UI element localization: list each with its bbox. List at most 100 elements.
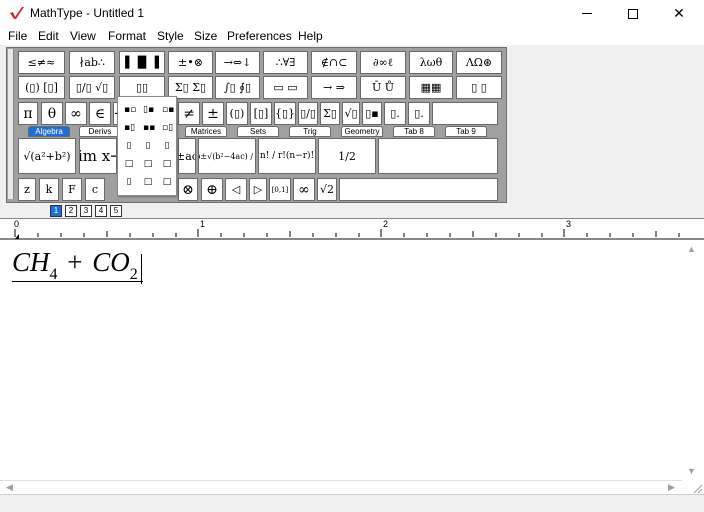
tab-derivs[interactable]: Derivs xyxy=(79,126,121,137)
palette-products[interactable]: Ū Ů xyxy=(360,76,406,99)
symbol-f[interactable]: F xyxy=(62,178,82,201)
scroll-left-icon[interactable]: ◀ xyxy=(6,482,13,493)
template-hypotenuse[interactable]: √(a²+b²) xyxy=(18,138,76,174)
minimize-button[interactable] xyxy=(564,0,610,27)
tab-trig[interactable]: Trig xyxy=(289,126,331,137)
mini-tab-4[interactable]: 4 xyxy=(95,205,107,217)
template-fraction[interactable]: ▯/▯ xyxy=(298,102,318,125)
symbol-right-triangle[interactable]: ▷ xyxy=(249,178,267,201)
palette-fractions-radicals[interactable]: ▯/▯ √▯ xyxy=(69,76,115,99)
template-brackets[interactable]: [▯] xyxy=(250,102,272,125)
palette-relations[interactable]: ≤≠≈ xyxy=(18,51,65,74)
palette-arrows[interactable]: →⇔↓ xyxy=(215,51,260,74)
palette-fences[interactable]: (▯) [▯] xyxy=(18,76,65,99)
symbol-c[interactable]: c xyxy=(85,178,105,201)
menu-view[interactable]: View xyxy=(70,29,96,43)
symbol-z[interactable]: z xyxy=(18,178,36,201)
template-parentheses[interactable]: (▯) xyxy=(226,102,248,125)
symbol-otimes[interactable]: ⊗ xyxy=(178,178,198,201)
tab-algebra[interactable]: Algebra xyxy=(28,126,70,137)
symbol-oplus[interactable]: ⊕ xyxy=(201,178,223,201)
toolbar-grip[interactable] xyxy=(8,49,14,199)
mini-tab-5[interactable]: 5 xyxy=(110,205,122,217)
dropdown-template-9[interactable]: ▯ xyxy=(162,141,172,153)
template-sum[interactable]: Σ▯ xyxy=(320,102,340,125)
symbol-element-of[interactable]: ∈ xyxy=(89,102,111,125)
scroll-right-icon[interactable]: ▶ xyxy=(668,482,675,493)
dropdown-template-10[interactable]: □ xyxy=(124,159,134,171)
dropdown-template-7[interactable]: ▯ xyxy=(124,141,134,153)
tab-geometry[interactable]: Geometry xyxy=(341,126,383,137)
dropdown-template-14[interactable]: □ xyxy=(143,177,153,189)
palette-labeled-arrows[interactable]: → ⇒ xyxy=(311,76,357,99)
symbol-theta[interactable]: θ xyxy=(41,102,63,125)
palette-misc[interactable]: ∂∞ℓ xyxy=(360,51,406,74)
template-partial-ac[interactable]: ±ac xyxy=(178,138,196,174)
mini-tab-3[interactable]: 3 xyxy=(80,205,92,217)
menu-file[interactable]: File xyxy=(8,29,27,43)
palette-operators[interactable]: ±•⊗ xyxy=(168,51,213,74)
ruler[interactable]: 0 1 2 3 xyxy=(0,218,704,240)
symbol-infinity-2[interactable]: ∞ xyxy=(293,178,315,201)
palette-matrices[interactable]: ▦▦ xyxy=(409,76,453,99)
horizontal-scrollbar[interactable]: ◀ ▶ xyxy=(0,480,682,494)
dropdown-template-1[interactable]: ▪▫ xyxy=(124,105,136,117)
mini-tab-2[interactable]: 2 xyxy=(65,205,77,217)
tab-8[interactable]: Tab 8 xyxy=(393,126,435,137)
palette-sets[interactable]: ∉∩⊂ xyxy=(311,51,357,74)
palette-embellishments[interactable]: ▌▐▌▐ xyxy=(119,51,165,74)
scroll-up-icon[interactable]: ▲ xyxy=(687,244,696,254)
template-radical[interactable]: √▯ xyxy=(342,102,360,125)
template-interval[interactable]: [0,1] xyxy=(269,178,291,201)
dropdown-template-3[interactable]: ▫▪ xyxy=(162,105,174,117)
template-quadratic[interactable]: −b±√(b²−4ac) / 2a xyxy=(198,138,256,174)
template-sqrt2[interactable]: √2 xyxy=(317,178,337,201)
resize-grip-icon[interactable] xyxy=(682,480,704,494)
dropdown-template-4[interactable]: ▪▯ xyxy=(124,123,135,135)
close-button[interactable]: ✕ xyxy=(656,0,702,27)
dropdown-template-12[interactable]: □ xyxy=(162,159,172,171)
tab-9[interactable]: Tab 9 xyxy=(445,126,487,137)
menu-size[interactable]: Size xyxy=(194,29,217,43)
palette-boxes[interactable]: ▯ ▯ xyxy=(456,76,502,99)
scroll-down-icon[interactable]: ▼ xyxy=(687,466,696,476)
template-one-half[interactable]: 1/2 xyxy=(318,138,376,174)
tab-sets[interactable]: Sets xyxy=(237,126,279,137)
menu-preferences[interactable]: Preferences xyxy=(227,29,292,43)
palette-greek-lower[interactable]: λωθ xyxy=(409,51,453,74)
maximize-button[interactable] xyxy=(610,0,656,27)
palette-greek-upper[interactable]: ΛΩ⊛ xyxy=(456,51,502,74)
equation-editor-area[interactable]: CH4 + CO2 xyxy=(0,242,682,480)
dropdown-template-13[interactable]: ▯ xyxy=(124,177,134,189)
palette-integrals[interactable]: ∫▯ ∮▯ xyxy=(215,76,260,99)
template-combination[interactable]: n! / r!(n−r)! xyxy=(258,138,316,174)
mini-tab-1[interactable]: 1 xyxy=(50,205,62,217)
template-subscript[interactable]: ▯. xyxy=(384,102,406,125)
menu-edit[interactable]: Edit xyxy=(38,29,59,43)
symbol-left-triangle[interactable]: ◁ xyxy=(225,178,247,201)
symbol-plus-minus[interactable]: ± xyxy=(202,102,224,125)
symbol-not-equal[interactable]: ≠ xyxy=(178,102,200,125)
symbol-k[interactable]: k xyxy=(39,178,59,201)
symbol-pi[interactable]: π xyxy=(18,102,38,125)
template-superscript[interactable]: ▯▪ xyxy=(362,102,382,125)
dropdown-template-2[interactable]: ▯▪ xyxy=(143,105,154,117)
equation[interactable]: CH4 + CO2 xyxy=(12,247,138,284)
dropdown-template-5[interactable]: ▪▪ xyxy=(143,123,155,135)
palette-bars[interactable]: ▭ ▭ xyxy=(263,76,308,99)
menu-help[interactable]: Help xyxy=(298,29,323,43)
template-braces[interactable]: {▯} xyxy=(274,102,296,125)
palette-logic[interactable]: ∴∀∃ xyxy=(263,51,308,74)
menu-style[interactable]: Style xyxy=(157,29,184,43)
palette-spaces[interactable]: ∤ab∴ xyxy=(69,51,115,74)
dropdown-template-11[interactable]: □ xyxy=(143,159,153,171)
template-limit[interactable]: lim x→ xyxy=(79,138,117,174)
tab-matrices[interactable]: Matrices xyxy=(185,126,227,137)
dropdown-template-15[interactable]: □ xyxy=(162,177,172,189)
symbol-infinity[interactable]: ∞ xyxy=(65,102,87,125)
dropdown-template-8[interactable]: ▯ xyxy=(143,141,153,153)
vertical-scrollbar[interactable]: ▲ ▼ xyxy=(682,242,704,480)
menu-format[interactable]: Format xyxy=(108,29,146,43)
dropdown-template-6[interactable]: ▫▯ xyxy=(162,123,173,135)
template-sub-sup[interactable]: ▯. xyxy=(408,102,430,125)
